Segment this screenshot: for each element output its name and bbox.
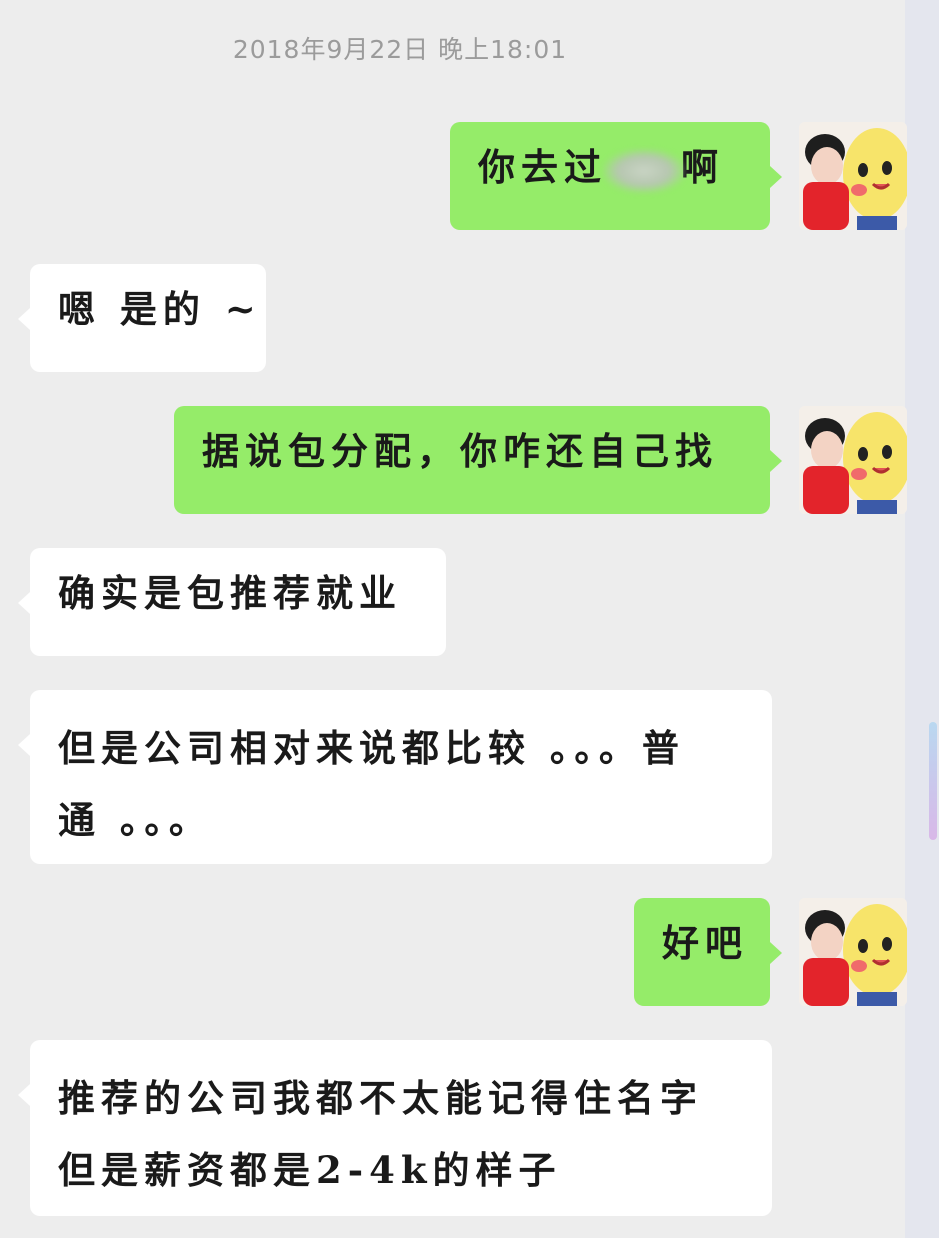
avatar-image-icon — [799, 406, 907, 514]
message-text-part: 你去过 — [478, 145, 607, 189]
message-timestamp: 2018年9月22日 晚上18:01 — [232, 35, 568, 64]
message-text-part: 啊 — [681, 145, 724, 189]
message-text: 确实是包推荐就业 — [58, 571, 402, 615]
incoming-message-bubble[interactable]: 但是公司相对来说都比较 。。。普 通 。。。 — [18, 690, 772, 864]
message-line: 通 。。。 — [58, 798, 212, 842]
outgoing-message-bubble[interactable]: 好吧 — [634, 898, 782, 1006]
avatar-image-icon — [799, 898, 907, 1006]
user-avatar[interactable] — [799, 122, 907, 230]
incoming-message-bubble[interactable]: 确实是包推荐就业 — [18, 548, 446, 656]
message-line: 但是公司相对来说都比较 。。。普 — [58, 726, 685, 770]
outgoing-message-bubble[interactable]: 你去过 啊 — [450, 122, 782, 230]
message-text: 好吧 — [662, 921, 748, 965]
user-avatar[interactable] — [799, 898, 907, 1006]
message-text: 嗯 是的 ~ — [58, 287, 262, 331]
chat-screen: 2018年9月22日 晚上18:01 你去过 啊 嗯 是的 ~ 据说包分配，你咋还… — [0, 0, 939, 1238]
message-text: 据说包分配，你咋还自己找 — [202, 429, 718, 473]
scrollbar-thumb[interactable] — [929, 722, 937, 840]
message-line: 推荐的公司我都不太能记得住名字 — [58, 1076, 703, 1120]
message-line: 但是薪资都是2-4k的样子 — [58, 1148, 562, 1192]
user-avatar[interactable] — [799, 406, 907, 514]
incoming-message-bubble[interactable]: 推荐的公司我都不太能记得住名字 但是薪资都是2-4k的样子 — [18, 1040, 772, 1216]
outgoing-message-bubble[interactable]: 据说包分配，你咋还自己找 — [174, 406, 782, 514]
avatar-image-icon — [799, 122, 907, 230]
scroll-track[interactable] — [905, 0, 939, 1238]
redacted-blur — [603, 148, 685, 193]
incoming-message-bubble[interactable]: 嗯 是的 ~ — [18, 264, 266, 372]
